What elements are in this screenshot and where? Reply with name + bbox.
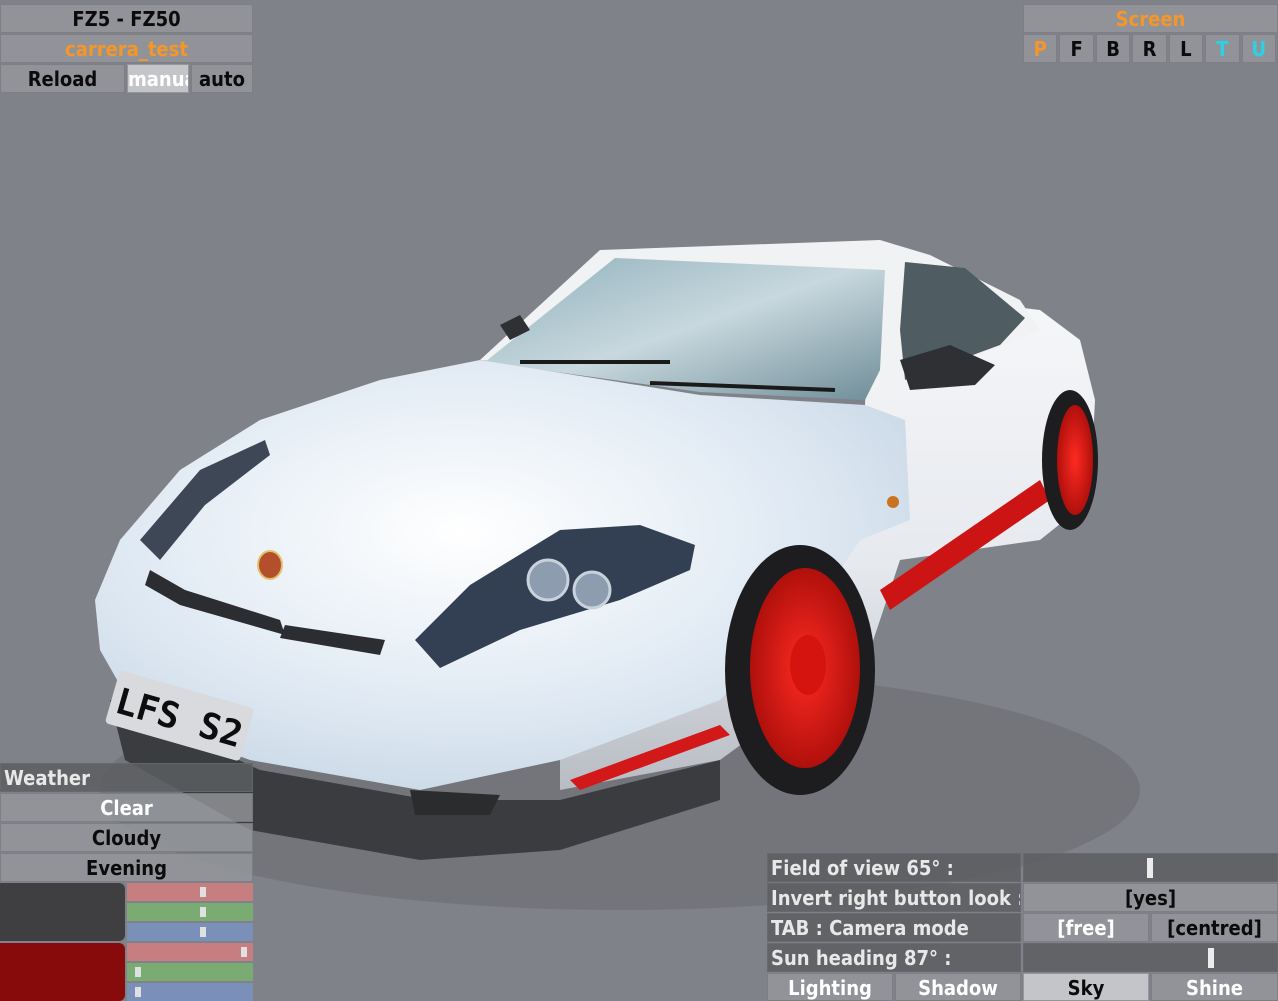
camera-mode-centred-button[interactable]: [centred] xyxy=(1151,913,1278,942)
manual-button[interactable]: manual xyxy=(127,64,189,93)
slider-knob[interactable] xyxy=(241,947,247,957)
weather-title: Weather xyxy=(0,763,253,792)
view-button-r[interactable]: R xyxy=(1132,34,1167,63)
screen-title[interactable]: Screen xyxy=(1023,4,1278,33)
swatch-2-green-slider[interactable] xyxy=(127,963,253,981)
swatch-1-red-slider[interactable] xyxy=(127,883,253,901)
slider-knob[interactable] xyxy=(200,907,206,917)
tab-sky[interactable]: Sky xyxy=(1023,973,1149,1001)
view-button-l[interactable]: L xyxy=(1168,34,1204,63)
view-button-t[interactable]: T xyxy=(1205,34,1240,63)
slider-knob[interactable] xyxy=(135,967,141,977)
weather-clear-button[interactable]: Clear xyxy=(0,793,253,822)
headlamp-1 xyxy=(526,558,570,602)
fov-label: Field of view 65° : xyxy=(767,853,1021,882)
tab-lighting[interactable]: Lighting xyxy=(767,973,893,1001)
camera-view-buttons: PFBRLTU xyxy=(1023,34,1278,63)
reload-button[interactable]: Reload xyxy=(0,64,125,93)
swatch-1-blue-slider[interactable] xyxy=(127,923,253,941)
headlamp-2 xyxy=(572,570,612,610)
slider-knob[interactable] xyxy=(135,987,141,997)
swatch-1-green-slider[interactable] xyxy=(127,903,253,921)
view-button-b[interactable]: B xyxy=(1095,34,1131,63)
wheel-rear xyxy=(1042,390,1098,530)
auto-button[interactable]: auto xyxy=(191,64,253,93)
fov-slider[interactable] xyxy=(1023,853,1278,882)
swatch-2-red-slider[interactable] xyxy=(127,943,253,961)
view-button-f[interactable]: F xyxy=(1059,34,1094,63)
fov-slider-thumb[interactable] xyxy=(1147,858,1153,878)
invert-look-toggle[interactable]: [yes] xyxy=(1023,883,1278,912)
car-side-marker xyxy=(887,496,899,508)
slider-knob[interactable] xyxy=(200,887,206,897)
color-swatch-1[interactable] xyxy=(0,883,125,941)
view-button-u[interactable]: U xyxy=(1241,34,1276,63)
camera-mode-label: TAB : Camera mode xyxy=(767,913,1021,942)
weather-evening-button[interactable]: Evening xyxy=(0,853,253,882)
wheel-front xyxy=(725,545,875,795)
camera-mode-free-button[interactable]: [free] xyxy=(1023,913,1149,942)
skin-name[interactable]: carrera_test xyxy=(0,34,253,63)
sun-heading-label: Sun heading 87° : xyxy=(767,943,1021,972)
tab-shine[interactable]: Shine xyxy=(1151,973,1278,1001)
crest-icon xyxy=(257,550,283,580)
car-title[interactable]: FZ5 - FZ50 xyxy=(0,4,253,33)
color-swatch-2[interactable] xyxy=(0,943,125,1001)
sun-heading-slider[interactable] xyxy=(1023,943,1278,972)
sun-heading-slider-thumb[interactable] xyxy=(1208,948,1214,968)
swatch-2-blue-slider[interactable] xyxy=(127,983,253,1001)
invert-look-label: Invert right button look : xyxy=(767,883,1021,912)
weather-cloudy-button[interactable]: Cloudy xyxy=(0,823,253,852)
tab-shadow[interactable]: Shadow xyxy=(895,973,1021,1001)
view-button-p[interactable]: P xyxy=(1023,34,1058,63)
slider-knob[interactable] xyxy=(200,927,206,937)
